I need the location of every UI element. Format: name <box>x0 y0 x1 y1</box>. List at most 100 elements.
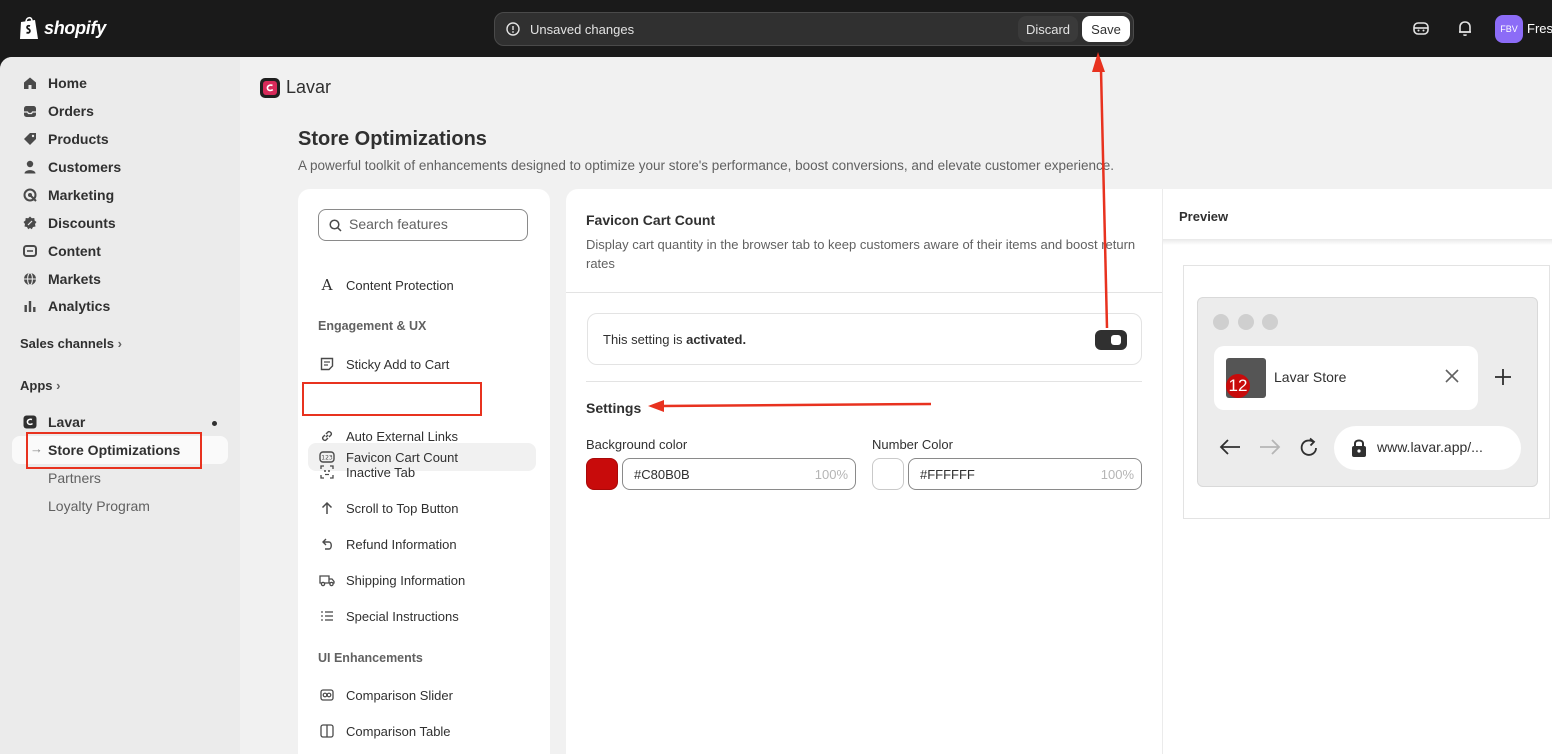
feature-auto-external-links[interactable]: Auto External Links <box>308 422 536 450</box>
number-color-field[interactable]: #FFFFFF 100% <box>908 458 1142 490</box>
highlight-box-favicon-cart-count <box>302 382 482 416</box>
nav-label: Discounts <box>48 215 116 231</box>
bar-chart-icon <box>24 301 36 312</box>
activation-status-text: This setting is activated. <box>603 332 747 347</box>
comparison-slider-icon <box>320 689 334 701</box>
feature-refund-information[interactable]: Refund Information <box>308 530 536 558</box>
shopify-bag-icon <box>20 16 38 39</box>
feature-comparison-slider[interactable]: Comparison Slider <box>308 681 536 709</box>
lock-icon <box>1352 439 1366 457</box>
nav-label: Orders <box>48 103 94 119</box>
save-button[interactable]: Save <box>1082 16 1130 42</box>
discount-icon <box>23 216 37 230</box>
admin-shell: Home Orders Products Customers Marketing… <box>0 57 1552 754</box>
nav-loyalty-program[interactable]: Loyalty Program <box>48 498 150 514</box>
bell-icon[interactable] <box>1456 19 1474 37</box>
feature-label: Comparison Table <box>346 723 451 739</box>
chevron-right-icon: › <box>117 336 122 351</box>
brand-name: shopify <box>44 17 106 38</box>
nav-discounts[interactable]: Discounts <box>12 209 228 237</box>
feature-label: Inactive Tab <box>346 464 416 480</box>
feature-content-protection[interactable]: A Content Protection <box>308 271 536 299</box>
toggle-knob <box>1111 335 1121 345</box>
divider <box>566 292 1162 293</box>
person-icon <box>24 160 36 174</box>
highlight-box-store-optimizations <box>26 432 202 469</box>
nav-label: Marketing <box>48 187 115 203</box>
user-name[interactable]: Fres <box>1527 21 1552 36</box>
nav-customers[interactable]: Customers <box>12 153 228 181</box>
tag-icon <box>24 133 36 145</box>
background-color-swatch[interactable] <box>586 458 618 490</box>
nav-label: Analytics <box>48 298 111 314</box>
nav-label: Home <box>48 75 87 91</box>
reload-icon <box>1300 437 1317 456</box>
close-icon <box>1445 369 1459 383</box>
apps-section[interactable]: Apps › <box>20 378 60 393</box>
feature-shipping-information[interactable]: Shipping Information <box>308 566 536 594</box>
sales-channels-section[interactable]: Sales channels › <box>20 336 122 351</box>
browser-tab: 12 Lavar Store <box>1214 346 1478 410</box>
feature-comparison-table[interactable]: Comparison Table <box>308 717 536 745</box>
nav-orders[interactable]: Orders <box>12 97 228 125</box>
feature-label: Special Instructions <box>346 608 459 624</box>
unsaved-changes-text: Unsaved changes <box>530 22 635 37</box>
window-dot <box>1238 314 1254 330</box>
discard-button[interactable]: Discard <box>1018 16 1078 42</box>
nav-markets[interactable]: Markets <box>12 265 228 293</box>
back-arrow-icon <box>1219 439 1240 455</box>
url-bar: www.lavar.app/... <box>1334 426 1521 470</box>
app-title: Lavar <box>286 77 332 97</box>
nav-home[interactable]: Home <box>12 69 228 97</box>
content-icon <box>23 245 37 257</box>
feature-label: Comparison Slider <box>346 687 453 703</box>
search-icon <box>329 219 342 232</box>
target-icon <box>23 188 37 202</box>
plus-icon <box>1495 369 1511 385</box>
search-field[interactable] <box>318 209 528 241</box>
feature-label: Scroll to Top Button <box>346 500 459 516</box>
feature-special-instructions[interactable]: Special Instructions <box>308 602 536 630</box>
feature-label: Sticky Add to Cart <box>346 356 450 372</box>
nav-partners[interactable]: Partners <box>48 470 101 486</box>
lavar-app-icon <box>23 415 37 429</box>
feature-title: Favicon Cart Count <box>586 212 716 228</box>
nav-label: Markets <box>48 271 101 287</box>
background-opacity-value: 100% <box>814 467 848 482</box>
background-color-value: #C80B0B <box>634 467 690 482</box>
background-color-field[interactable]: #C80B0B 100% <box>622 458 856 490</box>
pin-dot <box>212 421 217 426</box>
app-header: Lavar <box>260 77 331 98</box>
nav-label: Customers <box>48 159 122 175</box>
user-avatar[interactable]: FBV <box>1495 15 1523 43</box>
favicon: 12 <box>1226 358 1266 398</box>
activation-toggle[interactable] <box>1095 330 1127 350</box>
feature-label: Shipping Information <box>346 572 466 588</box>
link-icon <box>321 430 333 442</box>
truck-icon <box>319 575 335 587</box>
sticky-note-icon <box>320 357 334 371</box>
nav-label: Content <box>48 243 101 259</box>
nav-analytics[interactable]: Analytics <box>12 292 228 320</box>
feature-scroll-to-top[interactable]: Scroll to Top Button <box>308 494 536 522</box>
tab-title: Lavar Store <box>1274 369 1347 385</box>
background-color-label: Background color <box>586 437 688 452</box>
nav-products[interactable]: Products <box>12 125 228 153</box>
nav-content[interactable]: Content <box>12 237 228 265</box>
feature-sticky-add-to-cart[interactable]: Sticky Add to Cart <box>308 350 536 378</box>
alert-circle-icon <box>506 22 520 36</box>
number-color-swatch[interactable] <box>872 458 904 490</box>
feature-inactive-tab[interactable]: Inactive Tab <box>308 458 536 486</box>
preview-frame: 12 Lavar Store www.lavar.app/... <box>1183 265 1550 519</box>
preview-divider <box>1163 239 1552 245</box>
feature-description: Display cart quantity in the browser tab… <box>586 237 1136 271</box>
sidekick-icon[interactable] <box>1412 19 1430 37</box>
arrow-up-icon <box>321 501 333 514</box>
feature-list-card: A Content Protection Engagement & UX Sti… <box>298 189 550 754</box>
globe-icon <box>24 272 36 286</box>
nav-marketing[interactable]: Marketing <box>12 181 228 209</box>
lavar-logo-icon <box>260 77 280 98</box>
shopify-logo[interactable]: shopify <box>18 15 106 41</box>
browser-mockup: 12 Lavar Store www.lavar.app/... <box>1197 297 1538 487</box>
search-input[interactable] <box>349 216 519 232</box>
